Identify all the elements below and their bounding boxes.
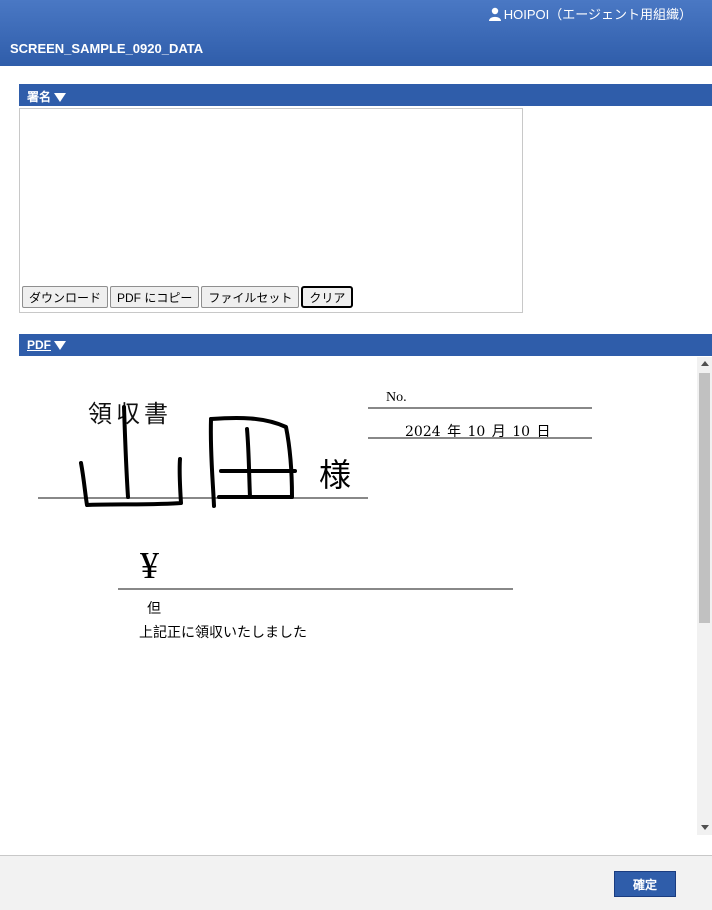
- file-set-button[interactable]: ファイルセット: [201, 286, 300, 308]
- user-label: HOIPOI（エージェント用組織）: [503, 7, 692, 22]
- download-button[interactable]: ダウンロード: [22, 286, 109, 308]
- confirm-button[interactable]: 確定: [614, 871, 676, 897]
- collapse-triangle-icon: [54, 93, 67, 102]
- signature-section-title: 署名: [27, 90, 52, 104]
- signature-canvas[interactable]: ダウンロード PDF にコピー ファイルセット クリア: [19, 108, 523, 313]
- pdf-section-title[interactable]: PDF: [27, 338, 51, 352]
- scroll-thumb[interactable]: [699, 373, 710, 623]
- user-menu[interactable]: HOIPOI（エージェント用組織）: [488, 4, 692, 23]
- scroll-up-icon[interactable]: [701, 361, 709, 366]
- tadashi-label: 但: [147, 600, 161, 616]
- clear-button[interactable]: クリア: [301, 286, 354, 308]
- honorific: 様: [319, 456, 352, 494]
- app-header: HOIPOI（エージェント用組織） SCREEN_SAMPLE_0920_DAT…: [0, 0, 712, 66]
- footer-bar: 確定: [0, 855, 712, 910]
- signature-section-header[interactable]: 署名: [19, 84, 712, 106]
- pdf-section-header[interactable]: PDF: [19, 334, 712, 356]
- user-icon: [488, 7, 501, 21]
- amount-underline: [118, 588, 513, 590]
- signature-toolbar: ダウンロード PDF にコピー ファイルセット クリア: [22, 286, 354, 308]
- yen-symbol: ¥: [140, 545, 159, 587]
- handwritten-signature: [79, 405, 297, 508]
- copy-to-pdf-button[interactable]: PDF にコピー: [110, 286, 200, 308]
- number-underline: [368, 407, 592, 409]
- collapse-triangle-icon: [54, 341, 66, 350]
- pdf-viewer[interactable]: 領収書 No. 2024 年 10 月 10 日 様 ¥ 但 上記正に領収いたし…: [19, 357, 712, 835]
- receipt-confirmation-text: 上記正に領収いたしました: [139, 624, 307, 640]
- receipt-number-label: No.: [386, 390, 407, 405]
- scroll-down-icon[interactable]: [701, 825, 709, 830]
- app-title: SCREEN_SAMPLE_0920_DATA: [10, 41, 204, 56]
- vertical-scrollbar[interactable]: [697, 357, 712, 835]
- date-underline: [368, 437, 592, 439]
